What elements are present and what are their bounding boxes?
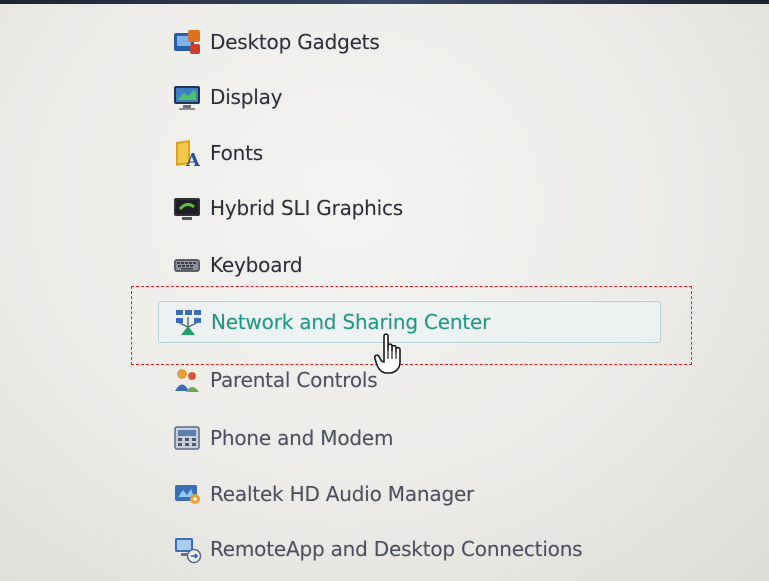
item-label: Parental Controls — [210, 368, 378, 392]
control-panel-item-keyboard[interactable]: Keyboard — [170, 245, 303, 285]
item-label: Network and Sharing Center — [211, 310, 491, 334]
control-panel-item-display[interactable]: Display — [170, 77, 283, 117]
control-panel-item-remoteapp-desktop-connections[interactable]: RemoteApp and Desktop Connections — [170, 529, 583, 569]
control-panel-item-realtek-hd-audio-manager[interactable]: Realtek HD Audio Manager — [170, 474, 474, 514]
fonts-icon: A — [170, 136, 204, 170]
control-panel-item-list: Desktop Gadgets Display A Fonts Hybrid S… — [0, 0, 769, 581]
display-icon — [170, 80, 204, 114]
item-label: Fonts — [210, 141, 263, 165]
remoteapp-icon — [170, 532, 204, 566]
control-panel-item-fonts[interactable]: A Fonts — [170, 133, 263, 173]
desktop-gadgets-icon — [170, 25, 204, 59]
item-label: Realtek HD Audio Manager — [210, 482, 475, 506]
network-sharing-icon — [171, 305, 205, 339]
control-panel-item-desktop-gadgets[interactable]: Desktop Gadgets — [170, 22, 380, 62]
phone-modem-icon — [170, 421, 204, 455]
control-panel-item-network-sharing-center[interactable]: Network and Sharing Center — [158, 301, 661, 343]
item-label: Desktop Gadgets — [210, 30, 380, 54]
parental-controls-icon — [170, 363, 204, 397]
svg-text:A: A — [185, 150, 201, 168]
item-label: RemoteApp and Desktop Connections — [210, 537, 583, 561]
item-label: Phone and Modem — [210, 426, 394, 450]
control-panel-item-hybrid-sli-graphics[interactable]: Hybrid SLI Graphics — [170, 188, 403, 228]
keyboard-icon — [170, 248, 204, 282]
item-label: Display — [210, 85, 283, 109]
control-panel-item-phone-and-modem[interactable]: Phone and Modem — [170, 418, 393, 458]
control-panel-item-parental-controls[interactable]: Parental Controls — [170, 360, 378, 400]
item-label: Hybrid SLI Graphics — [210, 196, 404, 220]
item-label: Keyboard — [210, 253, 303, 277]
hybrid-sli-graphics-icon — [170, 191, 204, 225]
realtek-audio-icon — [170, 477, 204, 511]
